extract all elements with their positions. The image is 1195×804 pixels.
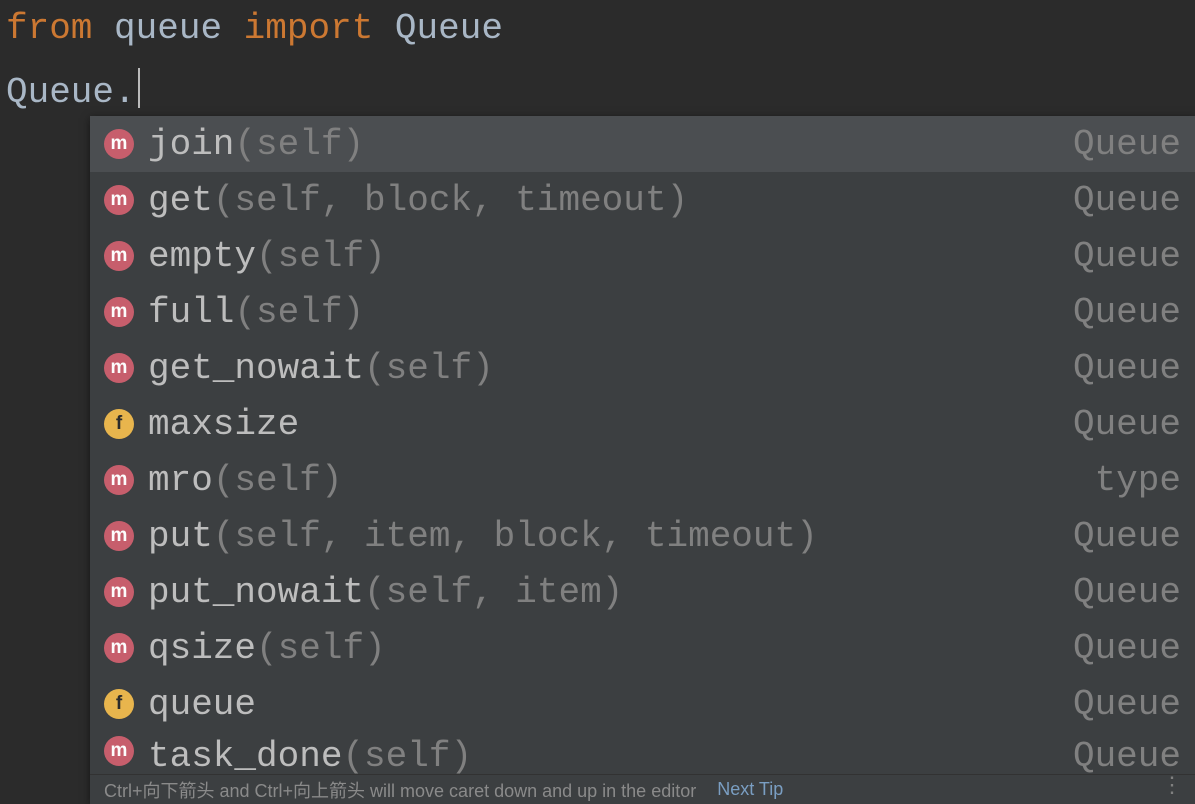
completion-signature: get_nowait(self) <box>148 348 1039 389</box>
completion-name: get <box>148 180 213 221</box>
completion-signature: get(self, block, timeout) <box>148 180 1039 221</box>
completion-args: (self) <box>256 236 386 277</box>
completion-source: Queue <box>1053 736 1181 774</box>
field-icon: f <box>104 689 134 719</box>
completion-name: put_nowait <box>148 572 364 613</box>
completion-item-mro[interactable]: mmro(self)type <box>90 452 1195 508</box>
completion-args: (self) <box>234 292 364 333</box>
completion-item-join[interactable]: mjoin(self)Queue <box>90 116 1195 172</box>
completion-name: join <box>148 124 234 165</box>
next-tip-link[interactable]: Next Tip <box>717 779 783 800</box>
typed-identifier: Queue <box>6 72 114 113</box>
completion-args: (self) <box>213 460 343 501</box>
completion-source: Queue <box>1053 684 1181 725</box>
completion-signature: put_nowait(self, item) <box>148 572 1039 613</box>
completion-args: (self, item, block, timeout) <box>213 516 818 557</box>
method-icon: m <box>104 465 134 495</box>
module-name: queue <box>114 8 222 49</box>
completion-args: (self) <box>342 736 472 774</box>
completion-source: Queue <box>1053 572 1181 613</box>
completion-name: maxsize <box>148 404 299 445</box>
completion-source: Queue <box>1053 628 1181 669</box>
completion-name: mro <box>148 460 213 501</box>
completion-args: (self, block, timeout) <box>213 180 688 221</box>
code-editor[interactable]: from queue import Queue Queue. <box>0 0 1195 119</box>
completion-item-task_done[interactable]: m task_done(self) Queue <box>90 732 1195 774</box>
completion-item-maxsize[interactable]: f maxsize Queue <box>90 396 1195 452</box>
method-icon: m <box>104 521 134 551</box>
completion-item-get[interactable]: mget(self, block, timeout)Queue <box>90 172 1195 228</box>
keyword-from: from <box>6 8 92 49</box>
completion-item-put_nowait[interactable]: m put_nowait(self, item) Queue <box>90 564 1195 620</box>
method-icon: m <box>104 577 134 607</box>
class-name: Queue <box>395 8 503 49</box>
completion-name: full <box>148 292 234 333</box>
completion-name: put <box>148 516 213 557</box>
completion-args: (self) <box>364 348 494 389</box>
completion-name: qsize <box>148 628 256 669</box>
completion-signature: queue <box>148 684 1039 725</box>
method-icon: m <box>104 297 134 327</box>
completion-source: Queue <box>1053 124 1181 165</box>
method-icon: m <box>104 736 134 766</box>
completion-name: get_nowait <box>148 348 364 389</box>
autocomplete-popup[interactable]: mjoin(self)Queuemget(self, block, timeou… <box>90 116 1195 804</box>
method-icon: m <box>104 241 134 271</box>
text-caret <box>138 68 140 108</box>
method-icon: m <box>104 353 134 383</box>
completion-source: Queue <box>1053 180 1181 221</box>
completion-list[interactable]: mjoin(self)Queuemget(self, block, timeou… <box>90 116 1195 774</box>
completion-signature: full(self) <box>148 292 1039 333</box>
method-icon: m <box>104 129 134 159</box>
completion-item-qsize[interactable]: mqsize(self)Queue <box>90 620 1195 676</box>
completion-name: empty <box>148 236 256 277</box>
code-line-1: from queue import Queue <box>6 4 1189 54</box>
completion-signature: maxsize <box>148 404 1039 445</box>
completion-name: task_done <box>148 736 342 774</box>
hint-bar: Ctrl+向下箭头 and Ctrl+向上箭头 will move caret … <box>90 774 1195 804</box>
completion-item-put[interactable]: mput(self, item, block, timeout)Queue <box>90 508 1195 564</box>
completion-source: Queue <box>1053 348 1181 389</box>
completion-source: Queue <box>1053 236 1181 277</box>
completion-args: (self) <box>234 124 364 165</box>
completion-signature: join(self) <box>148 124 1039 165</box>
completion-source: Queue <box>1053 292 1181 333</box>
completion-item-queue[interactable]: fqueue Queue <box>90 676 1195 732</box>
completion-source: Queue <box>1053 404 1181 445</box>
completion-signature: empty(self) <box>148 236 1039 277</box>
completion-signature: mro(self) <box>148 460 1061 501</box>
keyword-import: import <box>244 8 374 49</box>
completion-args: (self, item) <box>364 572 623 613</box>
completion-item-full[interactable]: mfull(self)Queue <box>90 284 1195 340</box>
completion-item-empty[interactable]: mempty(self)Queue <box>90 228 1195 284</box>
field-icon: f <box>104 409 134 439</box>
completion-source: Queue <box>1053 516 1181 557</box>
completion-item-get_nowait[interactable]: m get_nowait(self) Queue <box>90 340 1195 396</box>
dot: . <box>114 72 136 113</box>
completion-signature: put(self, item, block, timeout) <box>148 516 1039 557</box>
method-icon: m <box>104 633 134 663</box>
code-line-2: Queue. <box>6 68 1189 118</box>
completion-signature: qsize(self) <box>148 628 1039 669</box>
hint-text: Ctrl+向下箭头 and Ctrl+向上箭头 will move caret … <box>104 777 696 803</box>
completion-args: (self) <box>256 628 386 669</box>
method-icon: m <box>104 185 134 215</box>
completion-signature: task_done(self) <box>148 736 1039 774</box>
completion-source: type <box>1075 460 1181 501</box>
more-options-icon[interactable]: ⋮ <box>1161 772 1185 798</box>
completion-name: queue <box>148 684 256 725</box>
